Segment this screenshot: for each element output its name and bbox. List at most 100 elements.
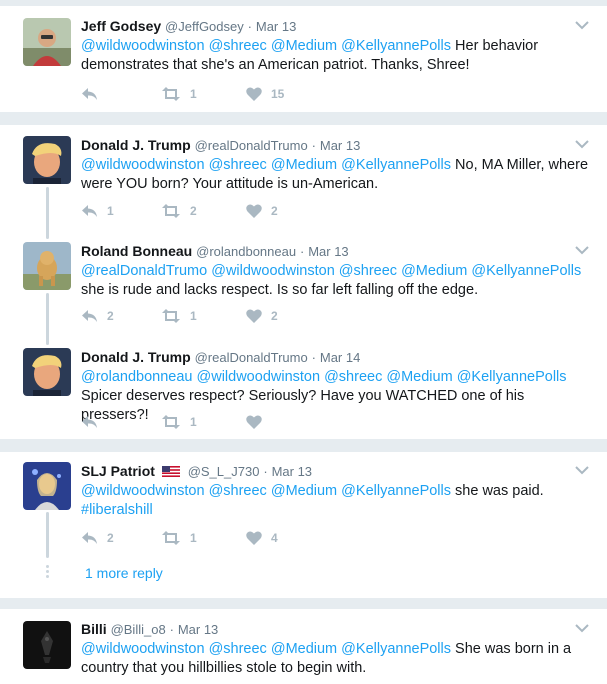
author-handle[interactable]: @S_L_J730 bbox=[188, 464, 260, 479]
chevron-down-icon[interactable] bbox=[575, 623, 589, 633]
like-button[interactable]: 2 bbox=[246, 306, 278, 326]
tweet-text: @realDonaldTrumo @wildwoodwinston @shree… bbox=[81, 262, 591, 300]
like-count: 4 bbox=[271, 531, 278, 545]
mention-link[interactable]: @wildwoodwinston bbox=[197, 369, 321, 385]
author-handle[interactable]: @realDonaldTrumo bbox=[195, 138, 308, 153]
retweet-button[interactable]: 1 bbox=[161, 412, 197, 432]
heart-icon bbox=[246, 415, 262, 429]
retweet-button[interactable]: 1 bbox=[161, 84, 197, 104]
author-name[interactable]: Donald J. Trump bbox=[81, 137, 191, 153]
separator: · bbox=[299, 244, 305, 259]
mention-link[interactable]: @wildwoodwinston bbox=[211, 263, 335, 279]
us-flag-icon bbox=[161, 466, 180, 477]
author-name[interactable]: Roland Bonneau bbox=[81, 243, 192, 259]
reply-icon bbox=[82, 88, 97, 100]
mention-link[interactable]: @shreec bbox=[209, 483, 267, 499]
avatar[interactable] bbox=[23, 136, 71, 184]
mention-link[interactable]: @wildwoodwinston bbox=[81, 641, 205, 657]
chevron-down-icon[interactable] bbox=[575, 245, 589, 255]
mention-link[interactable]: @KellyannePolls bbox=[341, 157, 451, 173]
reply-icon bbox=[82, 416, 97, 428]
separator: · bbox=[247, 19, 252, 34]
tweet-card[interactable]: Billi @Billi_o8 · Mar 13 @wildwoodwinsto… bbox=[0, 608, 607, 684]
mention-link[interactable]: @shreec bbox=[209, 641, 267, 657]
avatar[interactable] bbox=[23, 242, 71, 290]
mention-link[interactable]: @wildwoodwinston bbox=[81, 483, 205, 499]
separator: · bbox=[311, 138, 316, 153]
timestamp[interactable]: Mar 14 bbox=[320, 350, 360, 365]
avatar[interactable] bbox=[23, 621, 71, 669]
like-button[interactable] bbox=[246, 412, 271, 432]
chevron-down-icon[interactable] bbox=[575, 465, 589, 475]
mention-link[interactable]: @KellyannePolls bbox=[341, 483, 451, 499]
retweet-count: 1 bbox=[190, 531, 197, 545]
retweet-icon bbox=[162, 415, 180, 429]
author-name[interactable]: Donald J. Trump bbox=[81, 349, 191, 365]
mention-link[interactable]: @shreec bbox=[209, 157, 267, 173]
mention-link[interactable]: @Medium bbox=[271, 157, 337, 173]
mention-link[interactable]: @KellyannePolls bbox=[341, 38, 451, 54]
mention-link[interactable]: @Medium bbox=[271, 38, 337, 54]
author-name[interactable]: SLJ Patriot bbox=[81, 463, 155, 479]
thread-dots bbox=[46, 565, 49, 580]
chevron-down-icon[interactable] bbox=[575, 20, 589, 30]
mention-link[interactable]: @KellyannePolls bbox=[341, 641, 451, 657]
like-button[interactable]: 2 bbox=[246, 201, 278, 221]
mention-link[interactable]: @wildwoodwinston bbox=[81, 157, 205, 173]
separator: · bbox=[311, 350, 316, 365]
hashtag-link[interactable]: #liberalshill bbox=[81, 502, 153, 518]
timestamp[interactable]: Mar 13 bbox=[178, 622, 218, 637]
reply-button[interactable]: 1 bbox=[81, 201, 114, 221]
reply-count: 2 bbox=[107, 531, 114, 545]
mention-link[interactable]: @wildwoodwinston bbox=[81, 38, 205, 54]
reply-icon bbox=[82, 205, 97, 217]
mention-link[interactable]: @shreec bbox=[209, 38, 267, 54]
retweet-icon bbox=[162, 531, 180, 545]
retweet-icon bbox=[162, 87, 180, 101]
author-handle[interactable]: @realDonaldTrumo bbox=[195, 350, 308, 365]
more-replies-link[interactable]: 1 more reply bbox=[85, 565, 163, 581]
mention-link[interactable]: @shreec bbox=[339, 263, 397, 279]
timestamp[interactable]: Mar 13 bbox=[320, 138, 360, 153]
chevron-down-icon[interactable] bbox=[575, 139, 589, 149]
avatar[interactable] bbox=[23, 348, 71, 396]
tweet-text: @wildwoodwinston @shreec @Medium @Kellya… bbox=[81, 640, 591, 678]
avatar[interactable] bbox=[23, 462, 71, 510]
author-handle[interactable]: @JeffGodsey bbox=[165, 19, 244, 34]
timestamp[interactable]: Mar 13 bbox=[308, 244, 348, 259]
like-count: 2 bbox=[271, 204, 278, 218]
mention-link[interactable]: @KellyannePolls bbox=[471, 263, 581, 279]
avatar[interactable] bbox=[23, 18, 71, 66]
tweet-body: she was paid. bbox=[455, 483, 544, 499]
mention-link[interactable]: @realDonaldTrumo bbox=[81, 263, 207, 279]
reply-count: 1 bbox=[107, 204, 114, 218]
mention-link[interactable]: @shreec bbox=[324, 369, 382, 385]
mention-link[interactable]: @rolandbonneau bbox=[81, 369, 192, 385]
timestamp[interactable]: Mar 13 bbox=[272, 464, 312, 479]
like-count: 2 bbox=[271, 309, 278, 323]
mention-link[interactable]: @Medium bbox=[401, 263, 467, 279]
retweet-button[interactable]: 1 bbox=[161, 306, 197, 326]
reply-button[interactable]: 2 bbox=[81, 528, 114, 548]
like-button[interactable]: 4 bbox=[246, 528, 278, 548]
author-handle[interactable]: @rolandbonneau bbox=[196, 244, 296, 259]
timestamp[interactable]: Mar 13 bbox=[256, 19, 296, 34]
tweet-card[interactable]: Jeff Godsey @JeffGodsey · Mar 13 @wildwo… bbox=[0, 5, 607, 113]
like-button[interactable]: 15 bbox=[246, 84, 284, 104]
separator: · bbox=[263, 464, 268, 479]
author-name[interactable]: Billi bbox=[81, 621, 107, 637]
author-handle[interactable]: @Billi_o8 bbox=[111, 622, 166, 637]
mention-link[interactable]: @Medium bbox=[271, 641, 337, 657]
mention-link[interactable]: @Medium bbox=[386, 369, 452, 385]
tweet-body: Spicer deserves respect? Seriously? Have… bbox=[81, 388, 525, 423]
retweet-button[interactable]: 1 bbox=[161, 528, 197, 548]
tweet-body: she is rude and lacks respect. Is so far… bbox=[81, 282, 479, 298]
reply-button[interactable] bbox=[81, 412, 107, 432]
retweet-button[interactable]: 2 bbox=[161, 201, 197, 221]
author-name[interactable]: Jeff Godsey bbox=[81, 18, 161, 34]
tweet-text: @wildwoodwinston @shreec @Medium @Kellya… bbox=[81, 156, 591, 194]
mention-link[interactable]: @KellyannePolls bbox=[457, 369, 567, 385]
reply-button[interactable]: 2 bbox=[81, 306, 114, 326]
mention-link[interactable]: @Medium bbox=[271, 483, 337, 499]
reply-button[interactable] bbox=[81, 84, 107, 104]
